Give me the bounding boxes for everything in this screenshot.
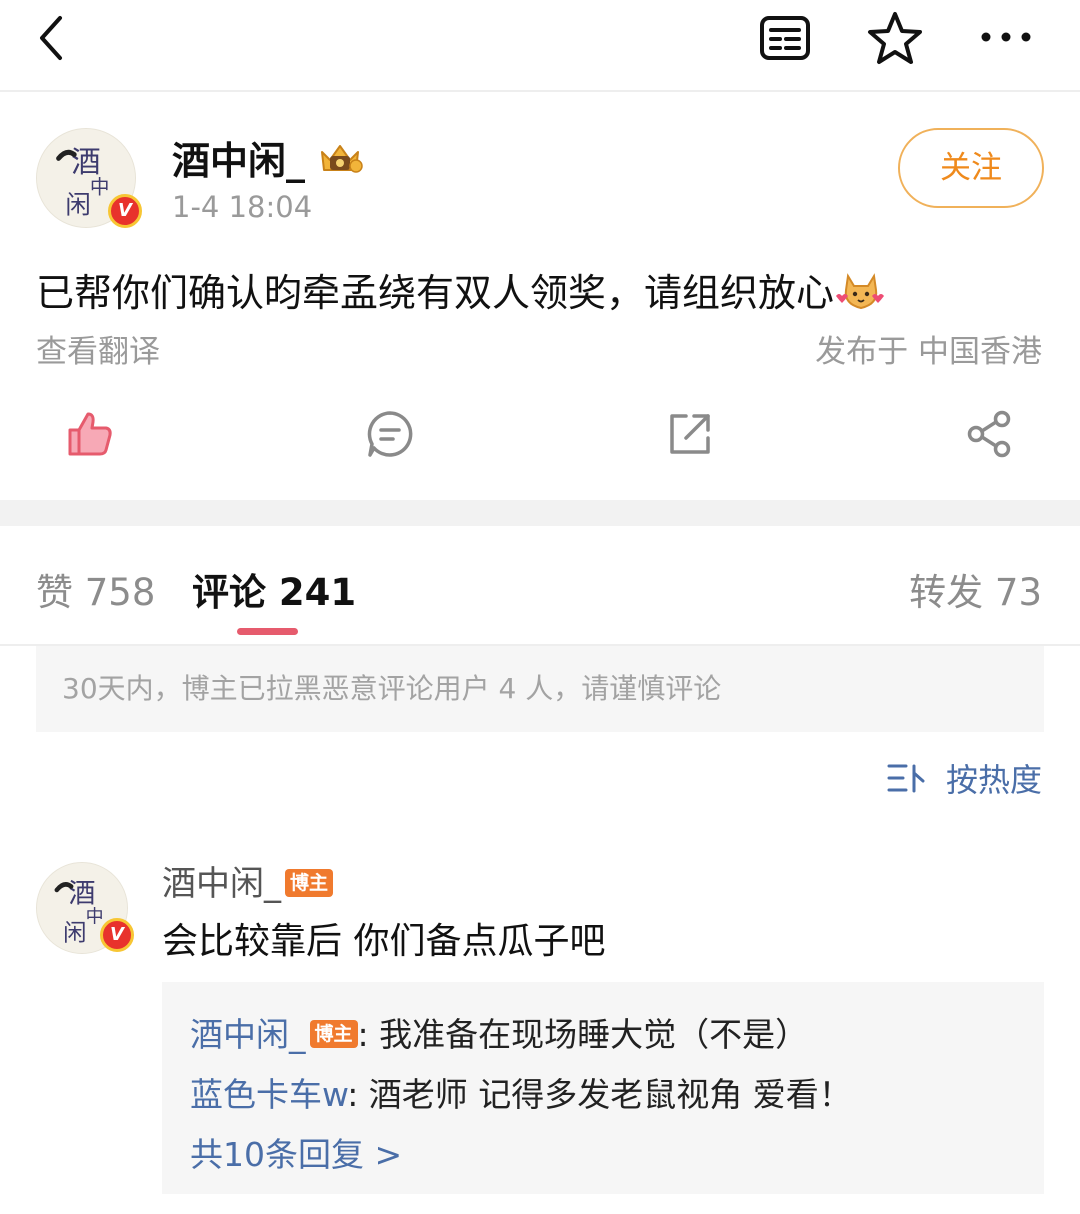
reply-text: : 我准备在现场睡大觉（不是） bbox=[357, 1015, 809, 1054]
reply-author-name[interactable]: 蓝色卡车w bbox=[190, 1075, 347, 1114]
follow-button[interactable]: 关注 bbox=[898, 128, 1044, 208]
verified-badge: V bbox=[100, 918, 134, 952]
author-name[interactable]: 酒中闲_ bbox=[172, 130, 305, 185]
author-tag-badge: 博主 bbox=[309, 1020, 358, 1048]
top-bar bbox=[0, 0, 1080, 92]
author-tag-badge: 博主 bbox=[285, 869, 334, 897]
comment-text: 会比较靠后 你们备点瓜子吧 bbox=[162, 921, 606, 962]
svg-text:酒: 酒 bbox=[71, 145, 100, 179]
sort-icon bbox=[887, 764, 925, 793]
tab-comments[interactable]: 评论 241 bbox=[192, 562, 356, 616]
more-icon[interactable] bbox=[976, 22, 1036, 52]
comment-notice: 30天内，博主已拉黑恶意评论用户 4 人，请谨慎评论 bbox=[36, 646, 1044, 732]
reply-item: 蓝色卡车w: 酒老师 记得多发老鼠视角 爱看！ bbox=[190, 1068, 852, 1116]
star-icon[interactable] bbox=[866, 10, 924, 66]
post-text: 已帮你们确认昀牵孟绕有双人领奖，请组织放心 bbox=[36, 271, 835, 315]
back-icon[interactable] bbox=[30, 12, 74, 64]
sort-by-hot-button[interactable]: 按热度 bbox=[886, 756, 1042, 800]
tab-reposts[interactable]: 转发 73 bbox=[909, 562, 1042, 616]
section-divider bbox=[0, 500, 1080, 526]
repost-icon[interactable] bbox=[664, 408, 716, 460]
comment-author-name: 酒中闲_ bbox=[162, 864, 281, 904]
svg-text:闲: 闲 bbox=[65, 190, 90, 220]
post-content: 已帮你们确认昀牵孟绕有双人领奖，请组织放心 bbox=[36, 262, 886, 317]
like-icon[interactable] bbox=[64, 408, 116, 460]
view-all-replies-link[interactable]: 共10条回复 > bbox=[190, 1128, 402, 1176]
svg-text:中: 中 bbox=[86, 906, 104, 927]
svg-text:中: 中 bbox=[90, 176, 110, 199]
reply-text: : 酒老师 记得多发老鼠视角 爱看！ bbox=[347, 1075, 852, 1114]
comment-author[interactable]: 酒中闲_ 博主 bbox=[162, 856, 334, 905]
comment-icon[interactable] bbox=[364, 408, 416, 460]
reader-mode-icon[interactable] bbox=[758, 12, 812, 64]
active-tab-indicator bbox=[237, 628, 298, 635]
svg-text:闲: 闲 bbox=[63, 918, 86, 946]
reply-item: 酒中闲_ 博主: 我准备在现场睡大觉（不是） bbox=[190, 1008, 808, 1056]
share-icon[interactable] bbox=[964, 408, 1016, 460]
translate-link[interactable]: 查看翻译 bbox=[36, 326, 160, 371]
verified-badge: V bbox=[108, 194, 142, 228]
reply-preview-box[interactable]: 酒中闲_ 博主: 我准备在现场睡大觉（不是） 蓝色卡车w: 酒老师 记得多发老鼠视… bbox=[162, 982, 1044, 1194]
fox-heart-emoji-icon bbox=[836, 273, 885, 310]
reply-author-name[interactable]: 酒中闲_ bbox=[190, 1015, 306, 1054]
post-timestamp: 1-4 18:04 bbox=[172, 190, 313, 224]
sort-label: 按热度 bbox=[945, 761, 1042, 799]
post-location: 发布于 中国香港 bbox=[815, 334, 1042, 370]
tab-likes[interactable]: 赞 758 bbox=[36, 562, 155, 616]
svg-text:酒: 酒 bbox=[69, 879, 96, 910]
crown-level-icon bbox=[321, 145, 363, 173]
